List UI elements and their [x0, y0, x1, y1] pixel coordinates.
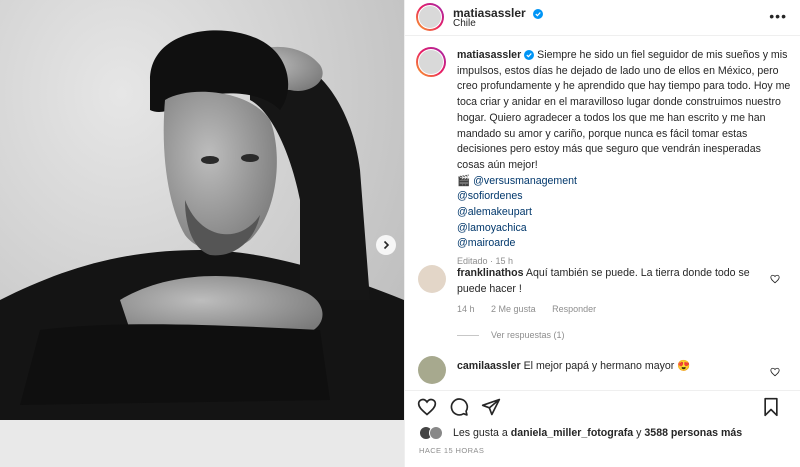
- likes-count[interactable]: 3588 personas más: [644, 427, 742, 439]
- mention-link[interactable]: @lamoyachica: [457, 221, 791, 237]
- liker-avatar: [429, 426, 443, 440]
- liker-avatars: [419, 426, 447, 440]
- post-caption: matiasassler Siempre he sido un fiel seg…: [457, 48, 791, 270]
- view-replies-label[interactable]: Ver respuestas (1): [491, 330, 565, 340]
- share-icon[interactable]: [481, 397, 501, 417]
- more-icon[interactable]: •••: [769, 8, 787, 24]
- reply-button[interactable]: Responder: [552, 304, 596, 314]
- clapper-emoji: 🎬: [457, 174, 471, 187]
- portrait-photo: [0, 0, 404, 467]
- caption-text: Siempre he sido un fiel seguidor de mis …: [457, 49, 791, 171]
- replies-divider: [457, 334, 479, 336]
- comment-username[interactable]: franklinathos: [457, 267, 524, 279]
- mention-link[interactable]: @mairoarde: [457, 236, 791, 252]
- comment: franklinathos Aquí también se puede. La …: [457, 266, 775, 297]
- comment-icon[interactable]: [449, 397, 469, 417]
- post-timestamp[interactable]: HACE 15 HORAS: [419, 446, 484, 455]
- comment-username[interactable]: camilaassler: [457, 360, 521, 372]
- mention-link[interactable]: @versusmanagement: [473, 175, 577, 187]
- caption-mention-line: 🎬 @versusmanagement: [457, 174, 791, 190]
- post-actions: [405, 390, 800, 424]
- heart-icon[interactable]: [417, 397, 437, 417]
- likes-user[interactable]: daniela_miller_fotografa: [511, 427, 633, 439]
- post-detail-panel: matiasassler Chile ••• matiasassler Siem…: [404, 0, 800, 467]
- view-replies[interactable]: Ver respuestas (1): [457, 330, 565, 340]
- verified-icon: [524, 50, 535, 60]
- likes-middle: y: [636, 427, 642, 439]
- comment-actions: 14 h 2 Me gusta Responder: [457, 304, 610, 314]
- post-header: matiasassler Chile •••: [405, 0, 800, 36]
- verified-icon: [533, 9, 544, 19]
- heart-icon[interactable]: [770, 367, 780, 377]
- post-photo[interactable]: [0, 0, 404, 467]
- mention-link[interactable]: @sofiordenes: [457, 189, 791, 205]
- author-avatar: [418, 5, 442, 29]
- commenter-avatar[interactable]: [418, 356, 446, 384]
- caption-username[interactable]: matiasassler: [457, 49, 521, 61]
- likes-summary: Les gusta a daniela_miller_fotografa y 3…: [419, 426, 742, 440]
- caption-story-ring[interactable]: [416, 47, 446, 77]
- next-photo-button[interactable]: [376, 235, 396, 255]
- location-label[interactable]: Chile: [453, 18, 476, 29]
- commenter-avatar[interactable]: [418, 265, 446, 293]
- comment-text: El mejor papá y hermano mayor 😍: [523, 360, 691, 372]
- comment-likes[interactable]: 2 Me gusta: [491, 304, 536, 314]
- caption-avatar: [418, 49, 444, 75]
- bookmark-icon[interactable]: [761, 397, 781, 417]
- mention-link[interactable]: @alemakeupart: [457, 205, 791, 221]
- comment: camilaassler El mejor papá y hermano may…: [457, 359, 775, 375]
- story-ring[interactable]: [416, 3, 444, 31]
- comment-time: 14 h: [457, 304, 475, 314]
- heart-icon[interactable]: [770, 274, 780, 284]
- likes-prefix: Les gusta a: [453, 427, 508, 439]
- chevron-right-icon: [383, 240, 390, 250]
